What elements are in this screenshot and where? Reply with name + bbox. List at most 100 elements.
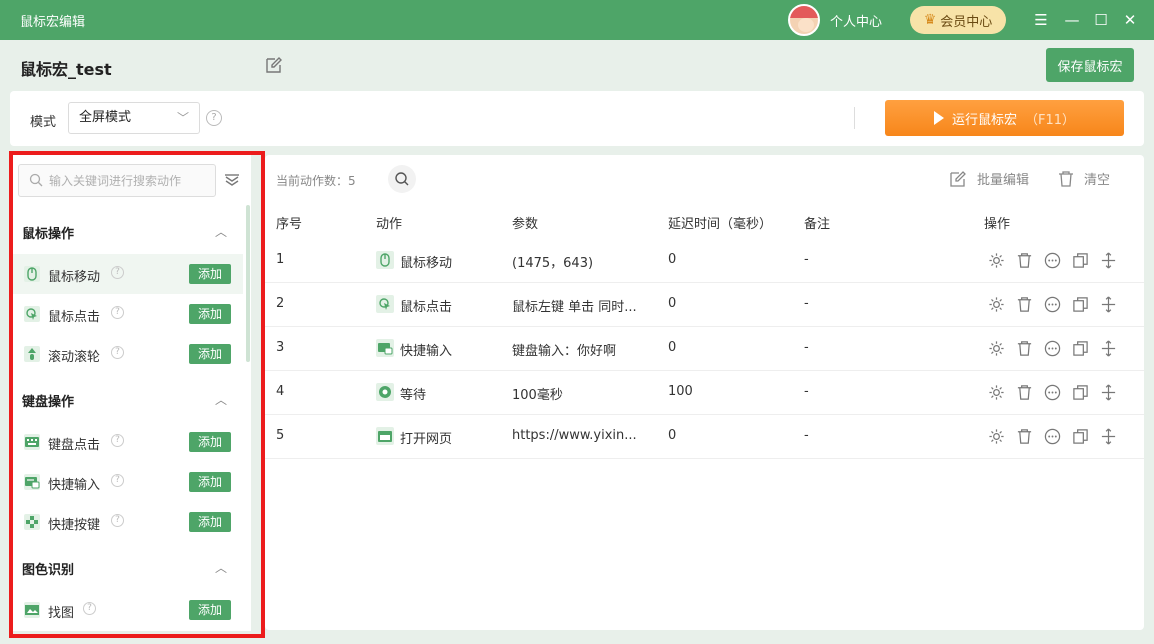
row-index: 2	[276, 296, 285, 311]
quick-input-icon	[376, 339, 394, 357]
search-button[interactable]	[388, 165, 416, 193]
avatar[interactable]	[788, 4, 820, 36]
row-note: -	[804, 296, 809, 311]
column-header-note: 备注	[804, 217, 831, 232]
row-param: 键盘输入：你好啊	[512, 344, 617, 359]
row-index: 5	[276, 428, 285, 443]
gear-icon[interactable]	[987, 251, 1005, 269]
divider	[854, 107, 855, 129]
highlight-box	[9, 151, 265, 638]
maximize-icon[interactable]: ☐	[1089, 8, 1113, 32]
trash-icon[interactable]	[1015, 251, 1033, 269]
app-title: 鼠标宏编辑	[20, 15, 86, 30]
copy-icon[interactable]	[1071, 427, 1089, 445]
table-row[interactable]: 5 打开网页 https://www.yixin... 0 -	[265, 415, 1144, 459]
row-param: (1475，643)	[512, 256, 594, 271]
move-icon[interactable]	[1099, 383, 1117, 401]
minimize-icon[interactable]: —	[1060, 8, 1084, 32]
action-count: 当前动作数：5	[276, 174, 356, 188]
run-macro-button[interactable]: 运行鼠标宏 （F11）	[885, 100, 1124, 136]
column-header-operations: 操作	[984, 217, 1011, 232]
gear-icon[interactable]	[987, 427, 1005, 445]
row-action: 快捷输入	[400, 344, 453, 359]
row-param: 100毫秒	[512, 388, 563, 403]
row-param: 鼠标左键 单击 同时...	[512, 300, 637, 315]
row-delay: 100	[668, 384, 693, 399]
trash-icon[interactable]	[1015, 339, 1033, 357]
clear-button[interactable]: 清空	[1058, 169, 1110, 188]
more-icon[interactable]	[1043, 339, 1061, 357]
row-action: 等待	[400, 388, 427, 403]
run-hotkey: （F11）	[1024, 112, 1076, 128]
move-icon[interactable]	[1099, 339, 1117, 357]
row-index: 1	[276, 252, 285, 267]
column-header-delay: 延迟时间（毫秒）	[668, 217, 773, 232]
personal-center-link[interactable]: 个人中心	[830, 11, 882, 30]
cursor-click-icon	[376, 295, 394, 313]
row-operations	[987, 383, 1117, 401]
row-delay: 0	[668, 296, 677, 311]
run-macro-label: 运行鼠标宏	[951, 112, 1017, 128]
row-note: -	[804, 428, 809, 443]
help-icon[interactable]: ?	[206, 110, 222, 126]
copy-icon[interactable]	[1071, 383, 1089, 401]
more-icon[interactable]	[1043, 427, 1061, 445]
gear-icon[interactable]	[987, 383, 1005, 401]
gear-icon[interactable]	[987, 339, 1005, 357]
vip-center-label: 会员中心	[940, 14, 993, 30]
mouse-icon	[376, 251, 394, 269]
trash-icon[interactable]	[1015, 295, 1033, 313]
column-header-action: 动作	[376, 217, 403, 232]
more-icon[interactable]	[1043, 383, 1061, 401]
title-bar: 鼠标宏编辑 个人中心 ♛ 会员中心 ☰ — ☐ ✕	[0, 0, 1154, 40]
mode-label: 模式	[30, 115, 57, 130]
copy-icon[interactable]	[1071, 251, 1089, 269]
more-icon[interactable]	[1043, 251, 1061, 269]
row-note: -	[804, 252, 809, 267]
move-icon[interactable]	[1099, 295, 1117, 313]
table-row[interactable]: 4 等待 100毫秒 100 -	[265, 371, 1144, 415]
move-icon[interactable]	[1099, 427, 1117, 445]
webpage-icon	[376, 427, 394, 445]
column-header-param: 参数	[512, 217, 539, 232]
mode-select[interactable]: 全屏模式 ﹀	[68, 102, 200, 134]
edit-icon	[950, 170, 966, 187]
action-list-panel: 当前动作数：5 批量编辑 清空 序号 动作 参数 延迟时间（毫秒） 备注 操作 …	[265, 155, 1144, 630]
vip-center-button[interactable]: ♛ 会员中心	[910, 6, 1006, 34]
row-operations	[987, 339, 1117, 357]
trash-icon[interactable]	[1015, 427, 1033, 445]
table-row[interactable]: 2 鼠标点击 鼠标左键 单击 同时... 0 -	[265, 283, 1144, 327]
row-delay: 0	[668, 252, 677, 267]
mode-selected-value: 全屏模式	[79, 110, 132, 125]
row-operations	[987, 251, 1117, 269]
copy-icon[interactable]	[1071, 295, 1089, 313]
row-note: -	[804, 340, 809, 355]
search-icon	[395, 172, 409, 186]
trash-icon[interactable]	[1015, 383, 1033, 401]
more-icon[interactable]	[1043, 295, 1061, 313]
row-delay: 0	[668, 428, 677, 443]
trash-icon	[1059, 170, 1073, 187]
copy-icon[interactable]	[1071, 339, 1089, 357]
batch-edit-button[interactable]: 批量编辑	[949, 169, 1029, 188]
edit-name-icon[interactable]	[265, 56, 283, 74]
row-note: -	[804, 384, 809, 399]
menu-icon[interactable]: ☰	[1029, 8, 1053, 32]
save-macro-button[interactable]: 保存鼠标宏	[1046, 48, 1134, 82]
column-header-index: 序号	[276, 217, 303, 232]
close-icon[interactable]: ✕	[1118, 8, 1142, 32]
row-index: 3	[276, 340, 285, 355]
crown-icon: ♛	[923, 12, 937, 28]
move-icon[interactable]	[1099, 251, 1117, 269]
wait-icon	[376, 383, 394, 401]
macro-name: 鼠标宏_test	[20, 60, 112, 79]
row-action: 鼠标点击	[400, 300, 453, 315]
row-action: 打开网页	[400, 432, 453, 447]
row-operations	[987, 295, 1117, 313]
table-row[interactable]: 3 快捷输入 键盘输入：你好啊 0 -	[265, 327, 1144, 371]
gear-icon[interactable]	[987, 295, 1005, 313]
row-delay: 0	[668, 340, 677, 355]
row-index: 4	[276, 384, 285, 399]
table-row[interactable]: 1 鼠标移动 (1475，643) 0 -	[265, 239, 1144, 283]
chevron-down-icon: ﹀	[176, 111, 189, 125]
